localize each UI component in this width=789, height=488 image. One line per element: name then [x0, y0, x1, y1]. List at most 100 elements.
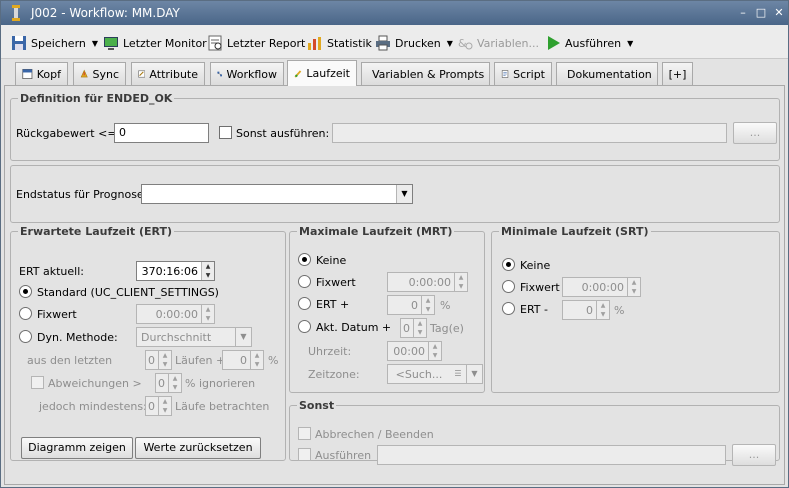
spin-down-icon[interactable]: ▼: [429, 351, 441, 360]
chevron-down-icon[interactable]: ▼: [447, 39, 453, 48]
ert-deviation-checkbox[interactable]: [31, 376, 44, 389]
spin-down-icon[interactable]: ▼: [202, 271, 214, 280]
ert-fixed-radio[interactable]: [19, 307, 32, 320]
spin-down-icon[interactable]: ▼: [597, 310, 609, 319]
mrt-date-radio[interactable]: [298, 320, 311, 333]
spin-up-icon[interactable]: ▲: [159, 397, 171, 406]
app-icon: [12, 5, 20, 21]
ert-dyn-select[interactable]: Durchschnitt ▼: [136, 327, 252, 347]
srt-ert-minus-radio[interactable]: [502, 302, 515, 315]
spin-up-icon[interactable]: ▲: [429, 342, 441, 351]
mrt-ert-plus-stepper[interactable]: 0 ▲ ▼: [387, 295, 435, 315]
chevron-down-icon[interactable]: ▼: [466, 365, 482, 383]
ert-last-stepper[interactable]: 0 ▲ ▼: [145, 350, 172, 370]
reset-values-button[interactable]: Werte zurücksetzen: [135, 437, 261, 459]
spin-down-icon[interactable]: ▼: [159, 406, 171, 415]
tab-variablen-prompts[interactable]: Variablen & Prompts: [361, 62, 490, 85]
ert-min-stepper[interactable]: 0 ▲ ▼: [145, 396, 172, 416]
show-chart-button[interactable]: Diagramm zeigen: [21, 437, 133, 459]
prognose-select[interactable]: ▼: [141, 184, 413, 204]
tab-kopf[interactable]: Kopf: [15, 62, 68, 85]
tab-add[interactable]: [+]: [662, 62, 693, 85]
variables-button[interactable]: & Variablen...: [457, 33, 539, 53]
spin-down-icon[interactable]: ▼: [169, 383, 181, 392]
srt-fixed-stepper[interactable]: 0:00:00 ▲ ▼: [562, 277, 641, 297]
sonst-group: Sonst Abbrechen / Beenden Ausführen ...: [289, 399, 780, 466]
statistics-button[interactable]: Statistik: [307, 33, 372, 53]
list-icon[interactable]: ☰: [450, 365, 466, 383]
spin-down-icon[interactable]: ▼: [455, 282, 467, 291]
ert-fixed-stepper[interactable]: 0:00:00 ▲ ▼: [136, 304, 215, 324]
tab-script[interactable]: Script: [494, 62, 552, 85]
spin-down-icon[interactable]: ▼: [628, 287, 640, 296]
spin-down-icon[interactable]: ▼: [159, 360, 171, 369]
spin-up-icon[interactable]: ▲: [251, 351, 263, 360]
mrt-fixed-stepper[interactable]: 0:00:00 ▲ ▼: [387, 272, 468, 292]
mrt-none-radio[interactable]: [298, 253, 311, 266]
spin-up-icon[interactable]: ▲: [414, 319, 426, 328]
mrt-date-stepper[interactable]: 0 ▲ ▼: [400, 318, 427, 338]
maximize-icon[interactable]: □: [754, 6, 768, 20]
spin-down-icon[interactable]: ▼: [202, 314, 214, 323]
attribute-icon: [138, 70, 146, 78]
ert-percent-label: %: [268, 354, 279, 367]
tab-workflow[interactable]: Workflow: [210, 62, 284, 85]
tab-attribute[interactable]: Attribute: [131, 62, 205, 85]
tab-sync[interactable]: Sync: [73, 62, 126, 85]
spin-down-icon[interactable]: ▼: [422, 305, 434, 314]
mrt-percent-label: %: [440, 299, 451, 312]
return-value-input[interactable]: 0: [114, 123, 209, 143]
tab-laufzeit[interactable]: Laufzeit: [287, 60, 357, 86]
sonst-browse-button[interactable]: ...: [732, 444, 776, 466]
chevron-down-icon[interactable]: ▼: [627, 39, 633, 48]
ert-runs-stepper[interactable]: 0 ▲ ▼: [222, 350, 264, 370]
mrt-ert-plus-radio[interactable]: [298, 297, 311, 310]
else-execute-input[interactable]: [332, 123, 727, 143]
spin-up-icon[interactable]: ▲: [202, 262, 214, 271]
sonst-execute-checkbox[interactable]: [298, 448, 311, 461]
title-bar: J002 - Workflow: MM.DAY – □ ✕: [1, 1, 788, 25]
srt-ert-minus-stepper[interactable]: 0 ▲ ▼: [562, 300, 610, 320]
spin-up-icon[interactable]: ▲: [628, 278, 640, 287]
last-report-button[interactable]: Letzter Report: [207, 33, 305, 53]
else-execute-checkbox[interactable]: [219, 126, 232, 139]
save-button[interactable]: Speichern ▼: [11, 33, 98, 53]
spin-down-icon[interactable]: ▼: [251, 360, 263, 369]
srt-none-radio[interactable]: [502, 258, 515, 271]
close-icon[interactable]: ✕: [772, 6, 786, 20]
spin-up-icon[interactable]: ▲: [202, 305, 214, 314]
ert-deviation-stepper[interactable]: 0 ▲ ▼: [155, 373, 182, 393]
spin-up-icon[interactable]: ▲: [422, 296, 434, 305]
ert-last-label: aus den letzten: [27, 354, 113, 367]
ert-runs-label: Läufen +: [175, 354, 226, 367]
srt-fixed-radio[interactable]: [502, 280, 515, 293]
spin-down-icon[interactable]: ▼: [414, 328, 426, 337]
add-tab-icon: [+]: [668, 67, 687, 81]
script-icon: [501, 70, 509, 78]
abort-checkbox[interactable]: [298, 427, 311, 440]
minimize-icon[interactable]: –: [736, 6, 750, 20]
ert-dyn-radio[interactable]: [19, 330, 32, 343]
spin-up-icon[interactable]: ▲: [159, 351, 171, 360]
last-monitor-button[interactable]: Letzter Monitor: [103, 33, 207, 53]
chevron-down-icon[interactable]: ▼: [92, 39, 98, 48]
spin-up-icon[interactable]: ▲: [455, 273, 467, 282]
else-execute-browse-button[interactable]: ...: [733, 122, 777, 144]
ert-standard-radio[interactable]: [19, 285, 32, 298]
spin-up-icon[interactable]: ▲: [169, 374, 181, 383]
chevron-down-icon[interactable]: ▼: [235, 328, 251, 346]
tab-dokumentation[interactable]: Dokumentation: [556, 62, 658, 85]
print-button[interactable]: Drucken ▼: [375, 33, 453, 53]
floppy-disk-icon: [12, 36, 26, 50]
spin-up-icon[interactable]: ▲: [597, 301, 609, 310]
ert-current-stepper[interactable]: 370:16:06 ▲ ▼: [136, 261, 215, 281]
mrt-zone-select[interactable]: <Such... ☰ ▼: [387, 364, 483, 384]
ert-fixed-label: Fixwert: [37, 308, 77, 321]
mrt-group: Maximale Laufzeit (MRT) Keine Fixwert 0:…: [289, 225, 485, 393]
mrt-time-stepper[interactable]: 00:00 ▲ ▼: [387, 341, 442, 361]
sonst-execute-input[interactable]: [377, 445, 726, 465]
chevron-down-icon[interactable]: ▼: [396, 185, 412, 203]
mrt-fixed-radio[interactable]: [298, 275, 311, 288]
execute-button[interactable]: Ausführen ▼: [545, 33, 633, 53]
mrt-title: Maximale Laufzeit (MRT): [297, 225, 455, 238]
